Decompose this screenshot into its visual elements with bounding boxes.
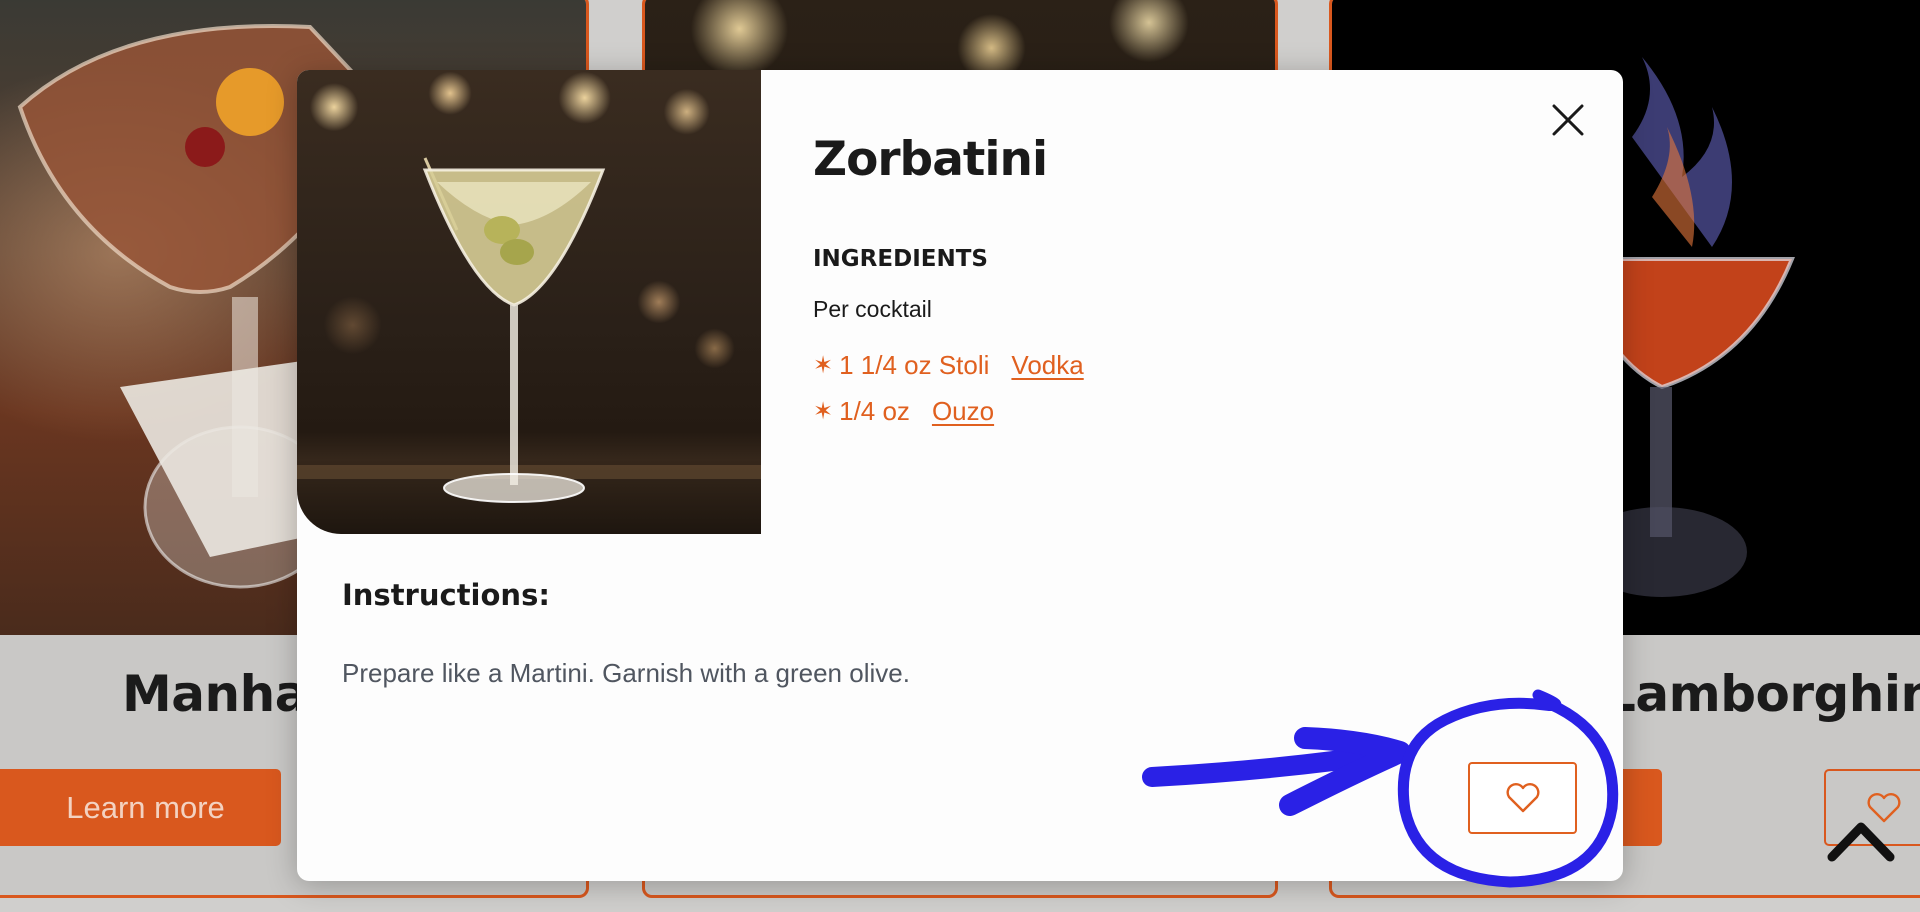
- instructions-heading: Instructions:: [342, 578, 550, 612]
- ingredient-list: ✶ 1 1/4 oz Stoli Vodka ✶ 1/4 oz Ouzo: [813, 342, 1084, 434]
- learn-more-button[interactable]: Learn more: [0, 769, 281, 846]
- ingredient-amount: 1/4 oz: [839, 395, 910, 426]
- asterisk-icon: ✶: [813, 397, 834, 425]
- card-title: Lamborghini: [1604, 665, 1920, 723]
- cocktail-detail-modal: Zorbatini INGREDIENTS Per cocktail ✶ 1 1…: [297, 70, 1623, 881]
- ingredient-link-ouzo[interactable]: Ouzo: [932, 396, 994, 427]
- ingredients-heading: INGREDIENTS: [813, 246, 988, 272]
- martini-glass-photo: [297, 157, 761, 503]
- heart-icon: [1505, 783, 1540, 813]
- close-button[interactable]: [1542, 94, 1594, 146]
- ingredient-amount: 1 1/4 oz Stoli: [839, 349, 990, 380]
- cocktail-title: Zorbatini: [813, 132, 1048, 187]
- instructions-text: Prepare like a Martini. Garnish with a g…: [342, 658, 910, 688]
- asterisk-icon: ✶: [813, 351, 834, 379]
- ingredient-item: ✶ 1 1/4 oz Stoli Vodka: [813, 342, 1084, 388]
- favorite-button[interactable]: [1468, 762, 1577, 834]
- ingredient-link-vodka[interactable]: Vodka: [1011, 350, 1083, 381]
- per-cocktail-label: Per cocktail: [813, 296, 932, 322]
- ingredient-item: ✶ 1/4 oz Ouzo: [813, 388, 1084, 434]
- scroll-to-top-button[interactable]: [1826, 814, 1896, 864]
- cocktail-photo: [297, 70, 761, 534]
- chevron-up-icon: [1827, 822, 1895, 862]
- close-icon: [1552, 104, 1584, 136]
